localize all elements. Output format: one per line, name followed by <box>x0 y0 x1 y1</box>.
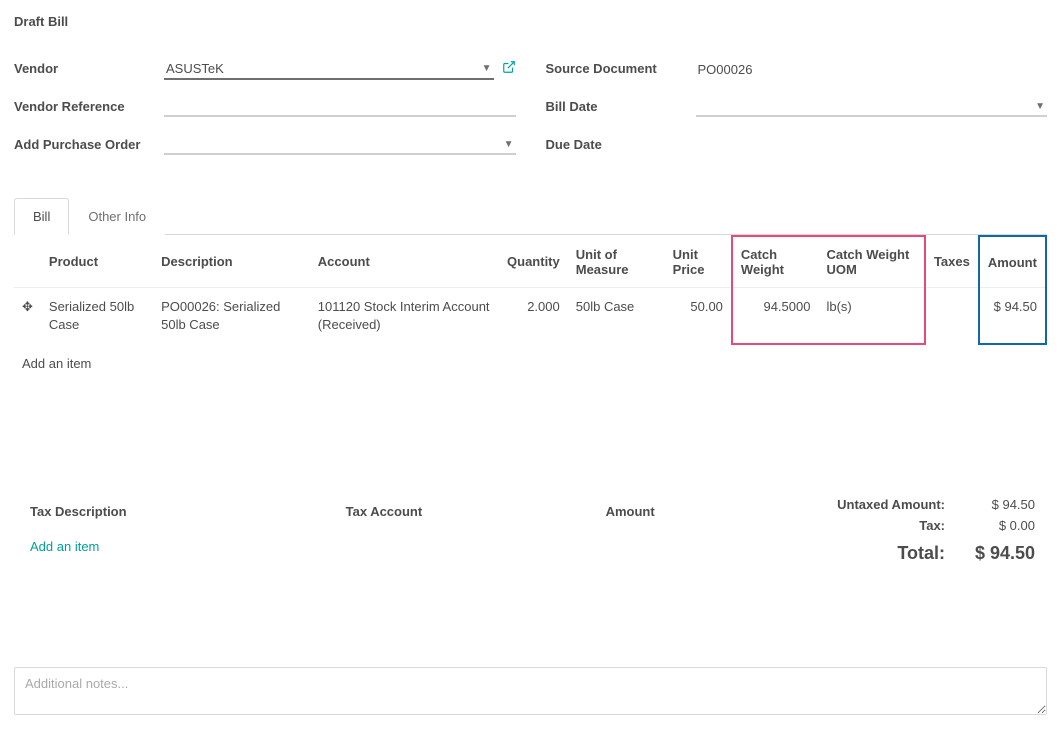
cell-amount[interactable]: $ 94.50 <box>979 288 1046 345</box>
tax-label: Tax: <box>807 518 945 533</box>
col-unit-price: Unit Price <box>665 236 732 288</box>
cell-account[interactable]: 101120 Stock Interim Account (Received) <box>310 288 499 345</box>
bill-date-label: Bill Date <box>546 99 696 114</box>
due-date-label: Due Date <box>546 137 696 152</box>
total-label: Total: <box>807 543 945 564</box>
col-quantity: Quantity <box>499 236 568 288</box>
vendor-value: ASUSTeK <box>166 61 224 76</box>
cell-description[interactable]: PO00026: Serialized 50lb Case <box>153 288 310 345</box>
tax-value: $ 0.00 <box>965 518 1035 533</box>
source-document-field[interactable]: PO00026 <box>696 57 1048 79</box>
col-catch-weight: Catch Weight <box>732 236 819 288</box>
cell-product[interactable]: Serialized 50lb Case <box>41 288 153 345</box>
total-value: $ 94.50 <box>965 543 1035 564</box>
col-product: Product <box>41 236 153 288</box>
vendor-reference-field[interactable] <box>164 95 516 117</box>
invoice-lines-table: Product Description Account Quantity Uni… <box>14 235 1047 384</box>
source-document-value: PO00026 <box>698 62 753 77</box>
add-purchase-order-field[interactable]: ▼ <box>164 133 516 155</box>
tax-table: Tax Description Tax Account Amount Add a… <box>20 494 781 567</box>
chevron-down-icon[interactable]: ▼ <box>504 139 514 150</box>
cell-catch-weight-uom[interactable]: lb(s) <box>818 288 924 345</box>
bill-tab-panel: Product Description Account Quantity Uni… <box>14 235 1047 567</box>
cell-taxes[interactable] <box>925 288 979 345</box>
col-tax-account: Tax Account <box>338 496 596 527</box>
untaxed-amount-label: Untaxed Amount: <box>807 497 945 512</box>
source-document-label: Source Document <box>546 61 696 76</box>
col-tax-amount: Amount <box>598 496 779 527</box>
form-header: Vendor ASUSTeK ▼ Vendor Reference <box>14 55 1047 169</box>
cell-catch-weight[interactable]: 94.5000 <box>732 288 819 345</box>
cell-quantity[interactable]: 2.000 <box>499 288 568 345</box>
add-purchase-order-label: Add Purchase Order <box>14 137 164 152</box>
chevron-down-icon[interactable]: ▼ <box>482 63 492 74</box>
external-link-icon[interactable] <box>502 60 516 77</box>
drag-handle-icon[interactable]: ✥ <box>14 288 41 345</box>
cell-uom[interactable]: 50lb Case <box>568 288 665 345</box>
col-amount: Amount <box>979 236 1046 288</box>
col-uom: Unit of Measure <box>568 236 665 288</box>
add-tax-item[interactable]: Add an item <box>22 529 779 565</box>
tabs: Bill Other Info <box>14 197 1047 235</box>
col-tax-description: Tax Description <box>22 496 336 527</box>
col-catch-weight-uom: Catch Weight UOM <box>818 236 924 288</box>
add-line-item[interactable]: Add an item <box>14 344 1046 383</box>
tab-bill[interactable]: Bill <box>14 198 69 235</box>
bill-date-field[interactable]: ▼ <box>696 95 1048 117</box>
totals-block: Untaxed Amount: $ 94.50 Tax: $ 0.00 Tota… <box>801 494 1041 567</box>
vendor-label: Vendor <box>14 61 164 76</box>
vendor-field[interactable]: ASUSTeK ▼ <box>164 57 494 80</box>
col-description: Description <box>153 236 310 288</box>
table-row[interactable]: ✥ Serialized 50lb Case PO00026: Serializ… <box>14 288 1046 345</box>
col-taxes: Taxes <box>925 236 979 288</box>
cell-unit-price[interactable]: 50.00 <box>665 288 732 345</box>
col-account: Account <box>310 236 499 288</box>
vendor-reference-label: Vendor Reference <box>14 99 164 114</box>
chevron-down-icon[interactable]: ▼ <box>1035 101 1045 112</box>
untaxed-amount-value: $ 94.50 <box>965 497 1035 512</box>
tab-other-info[interactable]: Other Info <box>69 198 165 235</box>
additional-notes-textarea[interactable] <box>14 667 1047 715</box>
col-handle <box>14 236 41 288</box>
page-title: Draft Bill <box>14 14 1047 29</box>
